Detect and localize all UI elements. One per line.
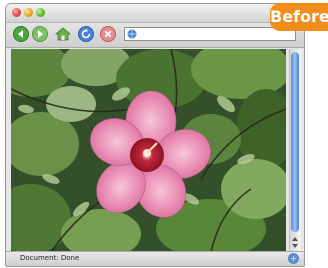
forward-icon[interactable]	[32, 26, 48, 42]
reload-icon[interactable]	[78, 26, 94, 42]
site-icon	[127, 29, 137, 39]
scroll-down-arrow-icon[interactable]	[292, 244, 298, 248]
scroll-up-arrow-icon[interactable]	[292, 237, 298, 241]
status-text: Document: Done	[20, 254, 80, 262]
status-bar: Document: Done	[6, 251, 304, 266]
browser-window: Document: Done	[5, 3, 305, 267]
flower-photo	[11, 49, 286, 252]
page-content	[11, 49, 286, 252]
vertical-scrollbar[interactable]	[289, 49, 301, 252]
title-bar	[6, 4, 304, 23]
scrollbar-thumb[interactable]	[291, 52, 299, 232]
home-icon[interactable]	[55, 26, 71, 42]
connection-status-icon	[288, 253, 299, 264]
stop-icon[interactable]	[100, 26, 116, 42]
before-badge: Before	[270, 3, 328, 31]
zoom-window-button[interactable]	[36, 8, 45, 17]
back-icon[interactable]	[13, 26, 29, 42]
address-bar[interactable]	[124, 27, 296, 41]
minimize-window-button[interactable]	[24, 8, 33, 17]
close-window-button[interactable]	[12, 8, 21, 17]
navigation-toolbar	[6, 23, 304, 48]
